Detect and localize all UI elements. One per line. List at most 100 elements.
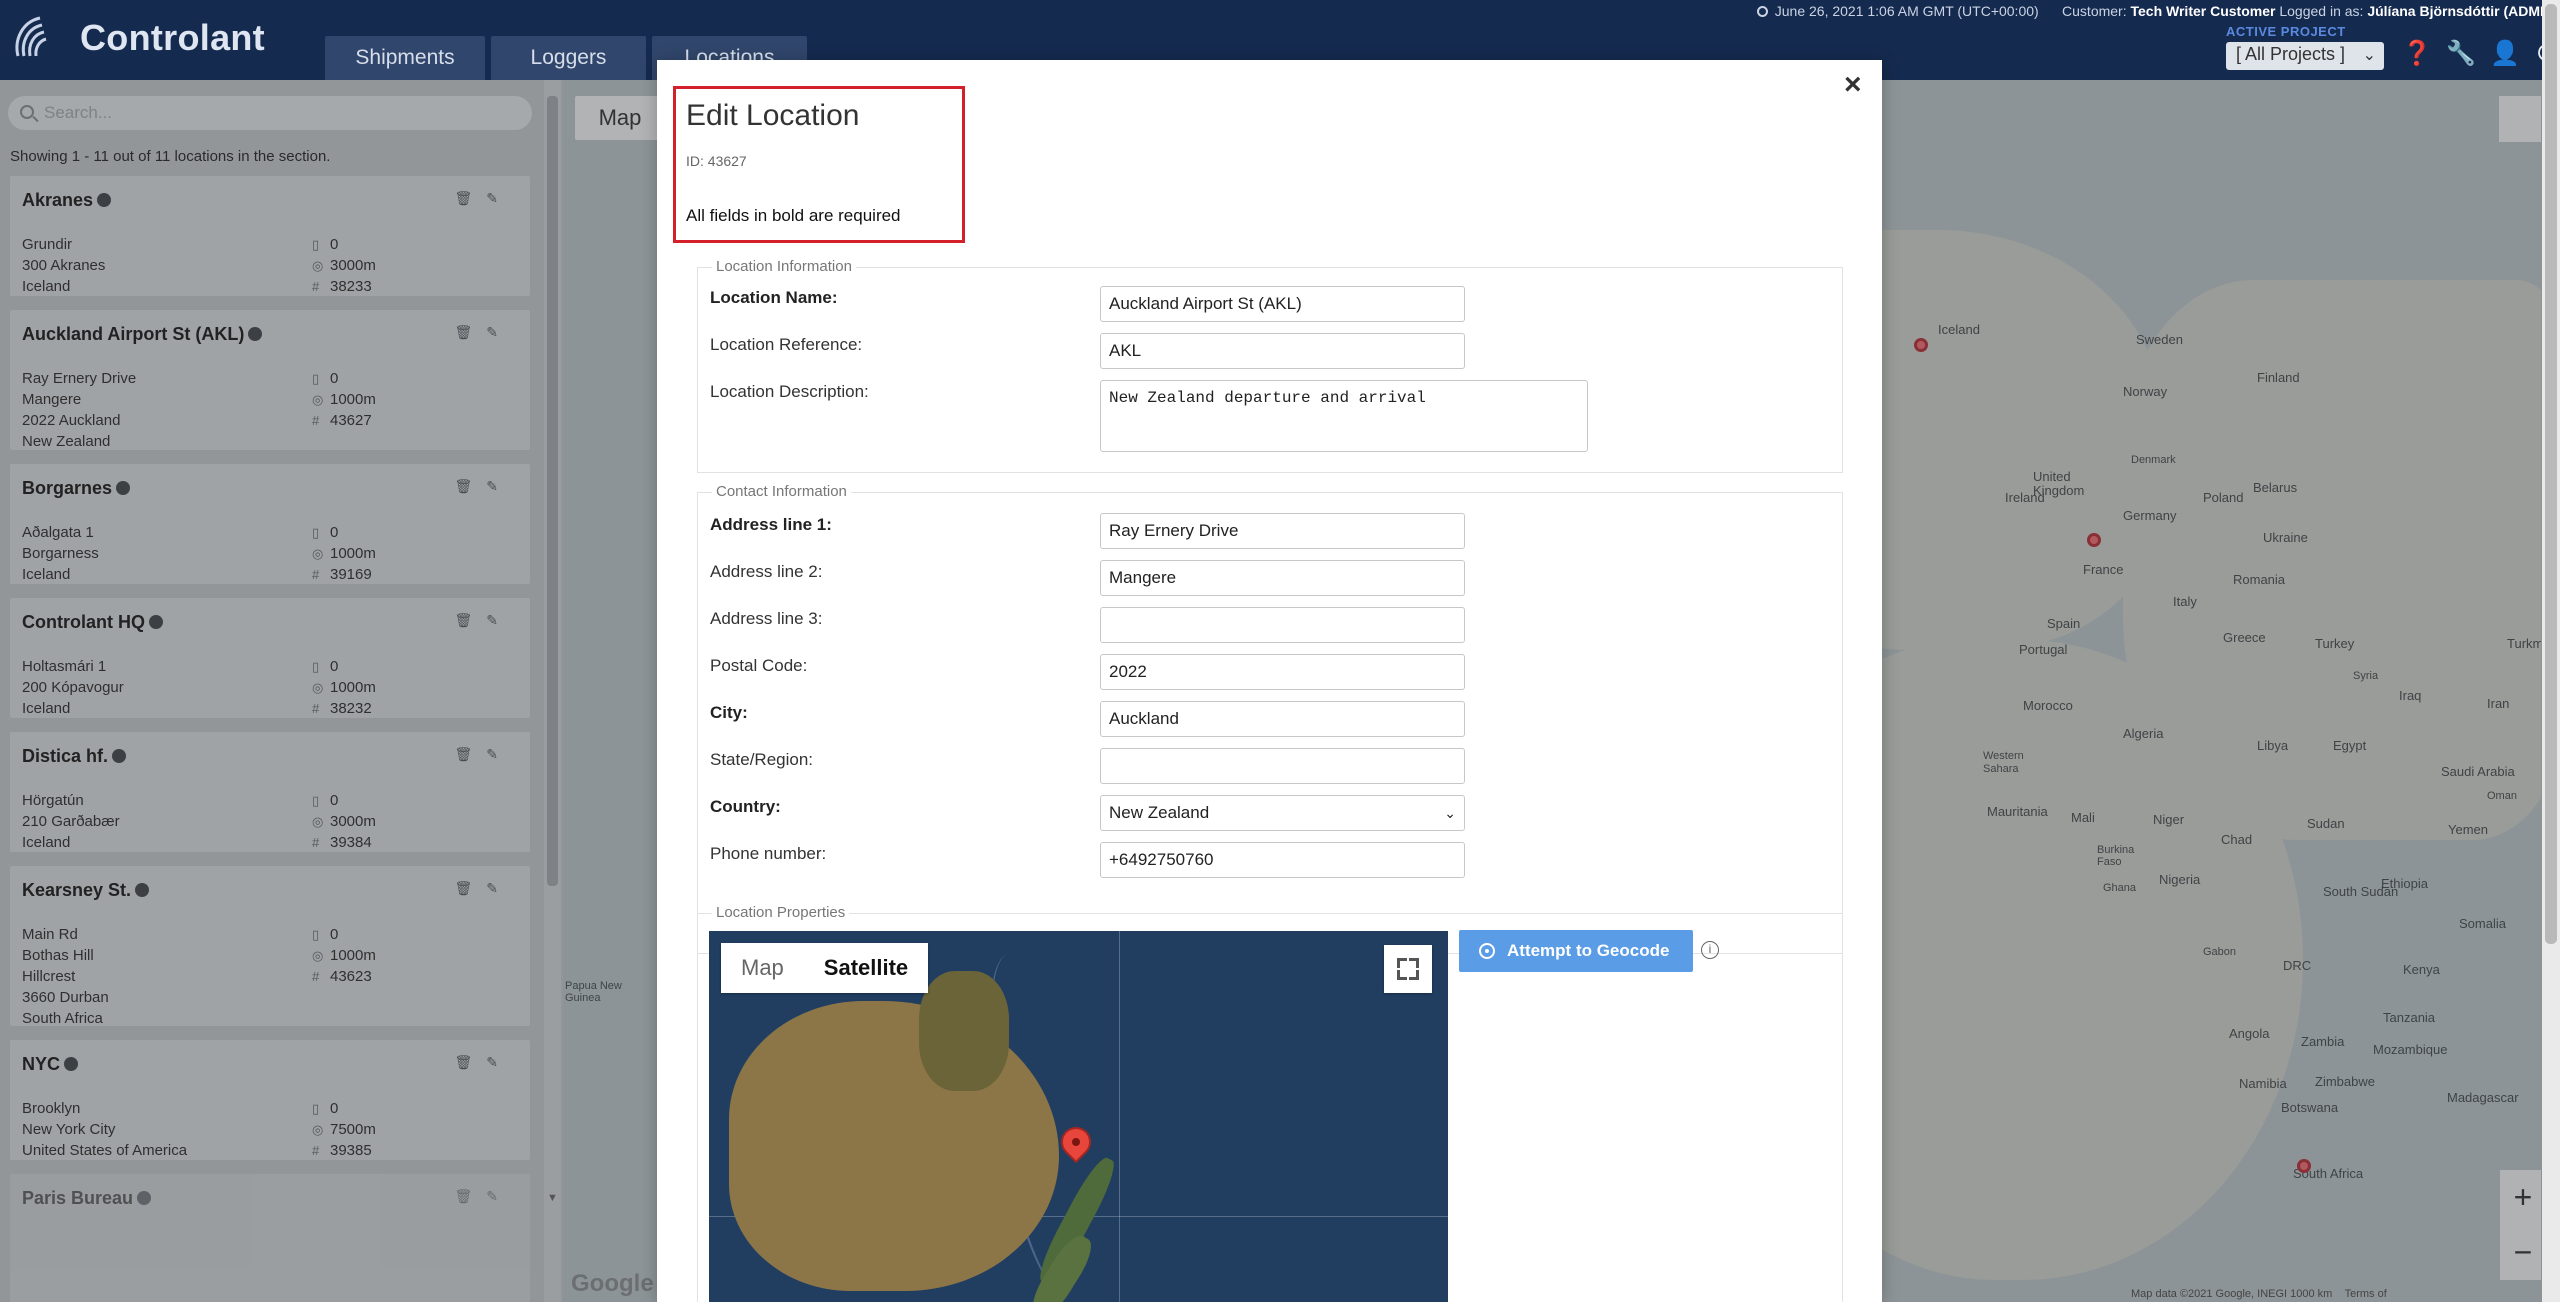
page-scrollbar[interactable]	[2542, 0, 2560, 1302]
location-address: Main Rd Bothas Hill Hillcrest 3660 Durba…	[22, 924, 109, 1029]
info-icon[interactable]: i	[1701, 941, 1719, 959]
sidebar-scrollbar[interactable]: ▼	[544, 80, 561, 1302]
trash-icon[interactable]: 🗑	[454, 1054, 486, 1070]
embedded-satellite-map[interactable]: Map Satellite	[709, 931, 1448, 1302]
fullscreen-icon[interactable]	[1384, 945, 1432, 993]
country-select-value: New Zealand	[1109, 803, 1210, 822]
edit-icon[interactable]: ✎	[486, 612, 512, 628]
trash-icon[interactable]: 🗑	[454, 880, 486, 896]
location-card[interactable]: Akranes 🗑✎ Grundir 300 Akranes Iceland ▯…	[10, 176, 530, 296]
edit-icon[interactable]: ✎	[486, 746, 512, 762]
map-label: Yemen	[2448, 822, 2488, 837]
map-label: Tanzania	[2383, 1010, 2436, 1025]
tab-loggers[interactable]: Loggers	[491, 36, 646, 80]
sidebar-scroll-thumb[interactable]	[547, 96, 558, 886]
location-name: Auckland Airport St (AKL)	[22, 324, 245, 344]
location-name-input[interactable]: Auckland Airport St (AKL)	[1100, 286, 1465, 322]
phone-input[interactable]: +6492750760	[1100, 842, 1465, 878]
field-row: Address line 3:	[710, 607, 1830, 643]
location-card[interactable]: Kearsney St. 🗑✎ Main Rd Bothas Hill Hill…	[10, 866, 530, 1029]
map-australia-north	[919, 971, 1009, 1091]
page-scroll-thumb[interactable]	[2545, 4, 2557, 944]
edit-icon[interactable]: ✎	[486, 880, 512, 896]
trash-icon[interactable]: 🗑	[454, 324, 486, 340]
logger-icon: ▯	[312, 927, 320, 942]
address1-input[interactable]: Ray Ernery Drive	[1100, 513, 1465, 549]
location-id-text: ID: 43627	[686, 153, 747, 169]
scroll-down-arrow-icon[interactable]: ▼	[547, 1192, 558, 1204]
address-line: Bothas Hill	[22, 947, 94, 964]
wrench-icon[interactable]: 🔧	[2446, 40, 2476, 68]
location-card[interactable]: Distica hf. 🗑✎ Hörgatún 210 Garðabær Ice…	[10, 732, 530, 852]
address-line: 200 Kópavogur	[22, 679, 124, 696]
location-id: 39169	[330, 566, 372, 583]
fullscreen-corner	[1397, 970, 1407, 980]
edit-icon[interactable]: ✎	[486, 478, 512, 494]
city-input[interactable]: Auckland	[1100, 701, 1465, 737]
section-legend: Location Properties	[712, 904, 850, 921]
geocode-button[interactable]: Attempt to Geocode	[1459, 930, 1693, 972]
project-select-value: [ All Projects ]	[2236, 44, 2346, 64]
postal-code-input[interactable]: 2022	[1100, 654, 1465, 690]
edit-icon[interactable]: ✎	[486, 190, 512, 206]
address3-input[interactable]	[1100, 607, 1465, 643]
card-actions: 🗑✎	[454, 612, 512, 629]
trash-icon[interactable]: 🗑	[454, 190, 486, 206]
map-label: Sweden	[2136, 332, 2183, 347]
modal-title: Edit Location	[686, 99, 860, 132]
location-reference-input[interactable]: AKL	[1100, 333, 1465, 369]
map-label: Iran	[2487, 696, 2510, 711]
address2-input[interactable]: Mangere	[1100, 560, 1465, 596]
section-legend: Contact Information	[712, 483, 851, 500]
state-region-input[interactable]	[1100, 748, 1465, 784]
map-label: Ethiopia	[2381, 876, 2428, 891]
logger-count: 0	[330, 926, 339, 943]
map-label: Botswana	[2281, 1100, 2339, 1115]
map-tab-button[interactable]: Map	[721, 943, 804, 993]
country-select[interactable]: New Zealand ⌄	[1100, 795, 1465, 831]
map-label: Somalia	[2459, 916, 2506, 931]
location-pin-icon[interactable]	[1914, 338, 1928, 352]
project-select[interactable]: [ All Projects ] ⌄	[2226, 42, 2384, 70]
location-pin-icon[interactable]	[2087, 533, 2101, 547]
card-actions: 🗑✎	[454, 478, 512, 495]
location-card[interactable]: Controlant HQ 🗑✎ Holtasmári 1 200 Kópavo…	[10, 598, 530, 718]
tab-shipments[interactable]: Shipments	[325, 36, 485, 80]
search-input[interactable]: Search...	[8, 96, 532, 130]
address-line: New York City	[22, 1121, 116, 1138]
location-card[interactable]: Paris Bureau 🗑✎	[10, 1174, 530, 1302]
close-button[interactable]: ×	[1844, 68, 1862, 102]
map-label: Germany	[2123, 508, 2177, 523]
edit-icon[interactable]: ✎	[486, 324, 512, 340]
fullscreen-icon[interactable]	[2499, 96, 2545, 142]
address-line: 210 Garðabær	[22, 813, 120, 830]
radius-value: 7500m	[330, 1121, 376, 1138]
location-card[interactable]: Borgarnes 🗑✎ Aðalgata 1 Borgarness Icela…	[10, 464, 530, 584]
satellite-tab-button[interactable]: Satellite	[804, 943, 928, 993]
location-card[interactable]: Auckland Airport St (AKL) 🗑✎ Ray Ernery …	[10, 310, 530, 450]
trash-icon[interactable]: 🗑	[454, 1188, 486, 1204]
location-card[interactable]: NYC 🗑✎ Brooklyn New York City United Sta…	[10, 1040, 530, 1160]
map-grid-line	[1119, 931, 1120, 1302]
location-pin-icon[interactable]	[2297, 1159, 2311, 1173]
map-label: DRC	[2283, 958, 2312, 973]
map-type-button[interactable]: Map	[575, 96, 665, 140]
card-actions: 🗑✎	[454, 324, 512, 341]
zoom-in-button[interactable]: +	[2500, 1170, 2546, 1225]
address-line: Iceland	[22, 278, 71, 295]
user-icon[interactable]: 👤	[2490, 40, 2520, 68]
brand[interactable]: Controlant	[10, 10, 265, 66]
help-icon[interactable]: ❓	[2402, 40, 2432, 68]
edit-icon[interactable]: ✎	[486, 1188, 512, 1204]
zoom-out-button[interactable]: −	[2500, 1225, 2546, 1280]
trash-icon[interactable]: 🗑	[454, 612, 486, 628]
location-meta: ▯ 0 ◎ 3000m #39384	[312, 790, 376, 853]
radius-icon: ◎	[312, 680, 324, 695]
location-meta: ▯ 0 ◎ 7500m #39385	[312, 1098, 376, 1161]
location-description-textarea[interactable]: New Zealand departure and arrival	[1100, 380, 1588, 452]
terms-link[interactable]: Terms of	[2345, 1288, 2387, 1300]
edit-icon[interactable]: ✎	[486, 1054, 512, 1070]
location-information-section: Location Information Location Name: Auck…	[697, 258, 1843, 473]
trash-icon[interactable]: 🗑	[454, 478, 486, 494]
trash-icon[interactable]: 🗑	[454, 746, 486, 762]
